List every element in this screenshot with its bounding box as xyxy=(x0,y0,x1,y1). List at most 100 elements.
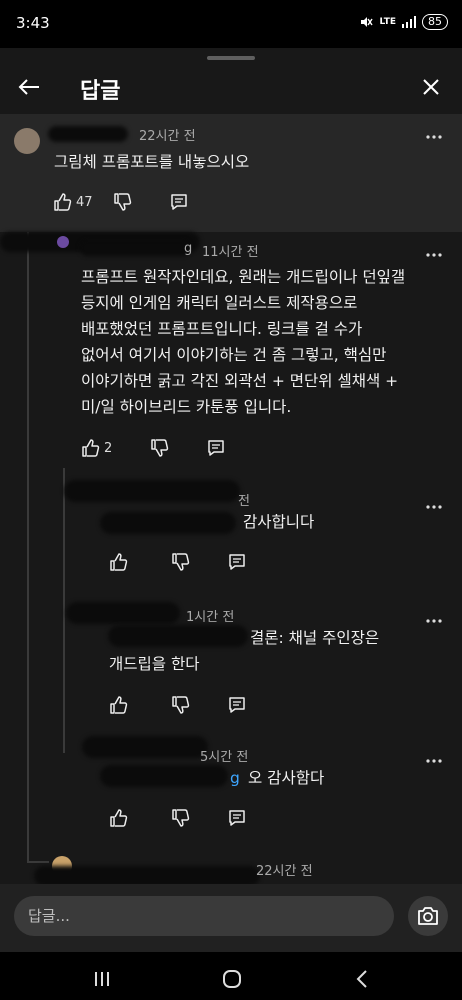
dislike-button[interactable] xyxy=(150,438,170,458)
thumbs-up-icon xyxy=(110,696,128,714)
thumbs-down-icon xyxy=(172,553,190,571)
thumbs-down-icon xyxy=(151,439,169,457)
comment-author-fragment: g xyxy=(184,241,193,256)
reply-composer: 답글... xyxy=(0,884,462,952)
signal-icon xyxy=(402,16,416,28)
more-button[interactable] xyxy=(422,246,446,266)
comment-icon xyxy=(229,697,245,713)
comment-text: 오 감사함다 xyxy=(248,769,325,787)
comment-time: 22시간 전 xyxy=(139,129,196,144)
dislike-button[interactable] xyxy=(171,552,191,572)
like-button[interactable]: 2 xyxy=(81,438,112,458)
redacted-region xyxy=(34,866,260,886)
battery-indicator: 85 xyxy=(422,14,448,30)
like-button[interactable] xyxy=(109,552,129,572)
thumbs-up-icon xyxy=(54,193,72,211)
more-button[interactable] xyxy=(422,128,446,148)
comment-text-line2: 개드립을 한다 xyxy=(109,655,200,673)
comment-time: 5시간 전 xyxy=(200,750,249,765)
comment-actions: 47 xyxy=(53,190,189,214)
redacted-author xyxy=(80,240,190,256)
drag-handle[interactable] xyxy=(207,56,255,60)
reply-button[interactable] xyxy=(227,552,247,572)
comment-actions xyxy=(109,806,247,830)
like-count: 2 xyxy=(104,440,113,456)
redacted-region xyxy=(108,625,248,647)
more-button[interactable] xyxy=(422,498,446,518)
redacted-region xyxy=(66,602,180,624)
redacted-author xyxy=(48,126,128,142)
close-icon xyxy=(423,79,439,95)
comment-actions xyxy=(109,550,247,574)
comment-icon xyxy=(170,194,187,210)
back-button[interactable] xyxy=(14,72,44,102)
chevron-left-icon xyxy=(356,970,367,988)
thumbs-up-icon xyxy=(110,553,128,571)
replies-header: 답글 xyxy=(0,64,462,114)
like-button[interactable] xyxy=(109,695,129,715)
like-button[interactable]: 47 xyxy=(53,192,93,212)
status-icons: LTE 85 xyxy=(359,14,448,30)
arrow-left-icon xyxy=(18,79,39,95)
dislike-button[interactable] xyxy=(171,808,191,828)
network-label: LTE xyxy=(379,17,396,27)
comment-text: 그림체 프롬포트를 내놓으시오 xyxy=(54,153,250,171)
avatar[interactable] xyxy=(57,236,69,248)
redacted-region xyxy=(100,512,236,534)
camera-button[interactable] xyxy=(408,896,448,936)
status-time: 3:43 xyxy=(16,14,50,32)
more-vertical-icon xyxy=(426,135,442,139)
status-bar: 3:43 LTE 85 xyxy=(0,0,462,48)
thumbs-down-icon xyxy=(113,193,131,211)
nav-back-button[interactable] xyxy=(347,964,377,994)
like-button[interactable] xyxy=(109,808,129,828)
thumbs-down-icon xyxy=(172,696,190,714)
thumbs-up-icon xyxy=(110,809,128,827)
root-comment: 22시간 전 그림체 프롬포트를 내놓으시오 47 xyxy=(0,114,462,232)
home-button[interactable] xyxy=(217,964,247,994)
reply-button[interactable] xyxy=(227,695,247,715)
dislike-button[interactable] xyxy=(171,695,191,715)
reply-button[interactable] xyxy=(206,438,226,458)
thumbs-down-icon xyxy=(172,809,190,827)
comment-text: 프롬프트 원작자인데요, 원래는 개드립이나 던잎갤 등지에 인게임 캐릭터 일… xyxy=(81,268,406,416)
comment-actions xyxy=(109,693,247,717)
replies-sheet: 답글 22시간 전 그림체 프롬포트를 내놓으시오 47 g 11시간 전 프롬… xyxy=(0,48,462,1000)
system-nav-bar xyxy=(0,952,462,1000)
more-vertical-icon xyxy=(426,759,442,763)
more-vertical-icon xyxy=(426,505,442,509)
comment-text: 결론: 채널 주인장은 xyxy=(250,629,380,647)
comment-actions: 2 xyxy=(81,436,226,460)
comment-icon xyxy=(229,554,245,570)
dislike-button[interactable] xyxy=(113,192,133,212)
redacted-region xyxy=(82,736,208,758)
avatar[interactable] xyxy=(14,128,40,154)
camera-icon xyxy=(418,907,438,925)
more-vertical-icon xyxy=(426,253,442,257)
comment-time: 1시간 전 xyxy=(186,610,235,625)
home-icon xyxy=(223,970,241,988)
reply-button[interactable] xyxy=(169,192,189,212)
thread-line xyxy=(27,232,29,862)
more-button[interactable] xyxy=(422,752,446,772)
comment-time: 11시간 전 xyxy=(202,245,259,260)
thread-line xyxy=(27,861,49,863)
close-button[interactable] xyxy=(416,72,446,102)
mention-fragment[interactable]: g xyxy=(230,765,240,791)
thumbs-up-icon xyxy=(82,439,100,457)
reply-button[interactable] xyxy=(227,808,247,828)
comment-time: 22시간 전 xyxy=(256,864,313,879)
redacted-region xyxy=(100,765,228,787)
comment-time: 전 xyxy=(238,494,250,509)
recents-button[interactable] xyxy=(87,964,117,994)
reply-input[interactable]: 답글... xyxy=(14,896,394,936)
comment-icon xyxy=(208,440,225,456)
recents-icon xyxy=(95,972,109,986)
like-count: 47 xyxy=(76,194,93,210)
more-vertical-icon xyxy=(426,619,442,623)
thread-line xyxy=(63,468,65,753)
mute-icon xyxy=(361,17,374,27)
comment-icon xyxy=(229,810,245,826)
more-button[interactable] xyxy=(422,612,446,632)
redacted-region xyxy=(64,480,240,502)
